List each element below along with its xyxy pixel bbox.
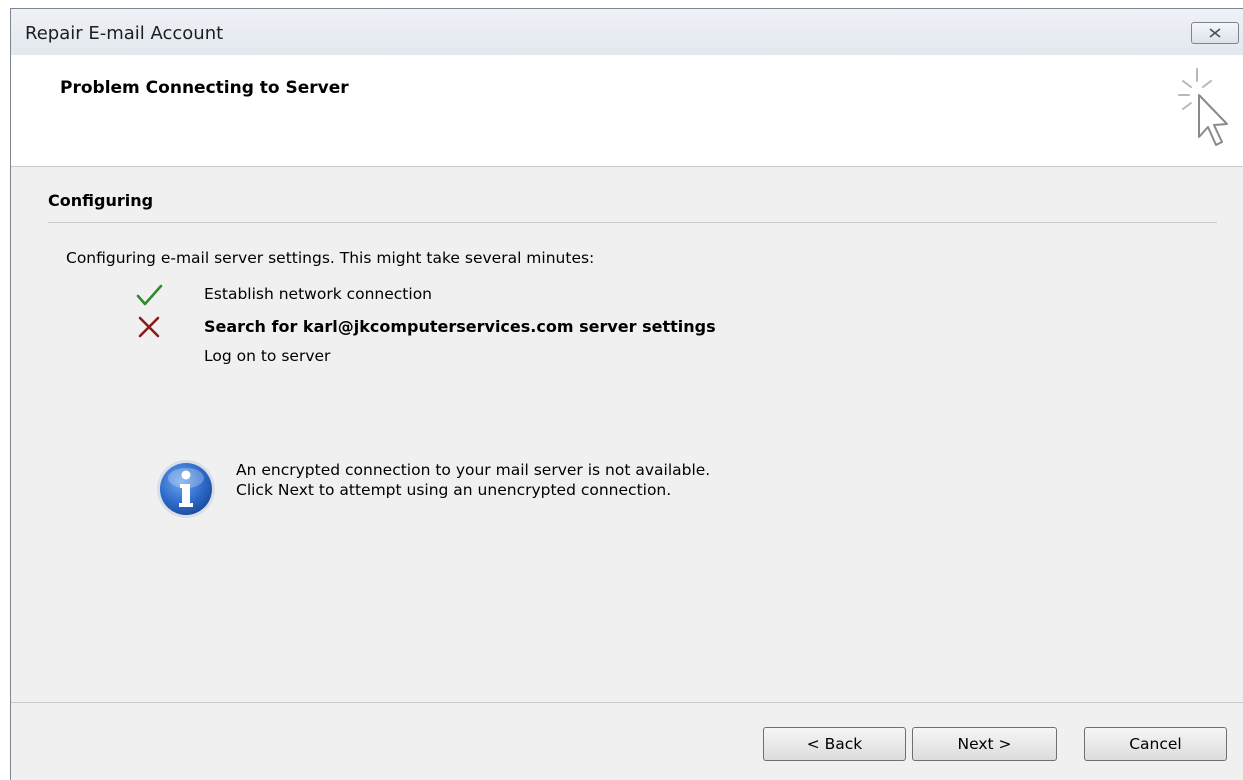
step-label: Establish network connection — [204, 285, 432, 303]
cursor-sparkle-icon — [1178, 68, 1228, 146]
info-message: An encrypted connection to your mail ser… — [236, 460, 710, 500]
next-button[interactable]: Next > — [912, 727, 1057, 761]
back-button[interactable]: < Back — [763, 727, 906, 761]
close-button[interactable] — [1191, 22, 1239, 44]
window-title: Repair E-mail Account — [25, 23, 224, 44]
info-message-line1: An encrypted connection to your mail ser… — [236, 461, 711, 479]
title-bar: Repair E-mail Account — [11, 9, 1243, 55]
progress-intro-text: Configuring e-mail server settings. This… — [66, 249, 595, 267]
section-divider — [48, 222, 1217, 223]
info-message-line2: Click Next to attempt using an unencrypt… — [236, 481, 672, 499]
banner-title: Problem Connecting to Server — [60, 78, 349, 98]
repair-email-dialog: Repair E-mail Account Problem Connecting… — [10, 8, 1243, 780]
header-banner: Problem Connecting to Server — [11, 55, 1243, 167]
close-icon — [1209, 28, 1221, 38]
section-title: Configuring — [48, 191, 154, 210]
footer-divider — [11, 702, 1243, 703]
check-icon — [136, 284, 163, 306]
x-icon — [138, 316, 160, 338]
step-label: Search for karl@jkcomputerservices.com s… — [204, 317, 716, 336]
cancel-button[interactable]: Cancel — [1084, 727, 1227, 761]
step-label: Log on to server — [204, 347, 331, 365]
info-icon — [157, 460, 215, 518]
